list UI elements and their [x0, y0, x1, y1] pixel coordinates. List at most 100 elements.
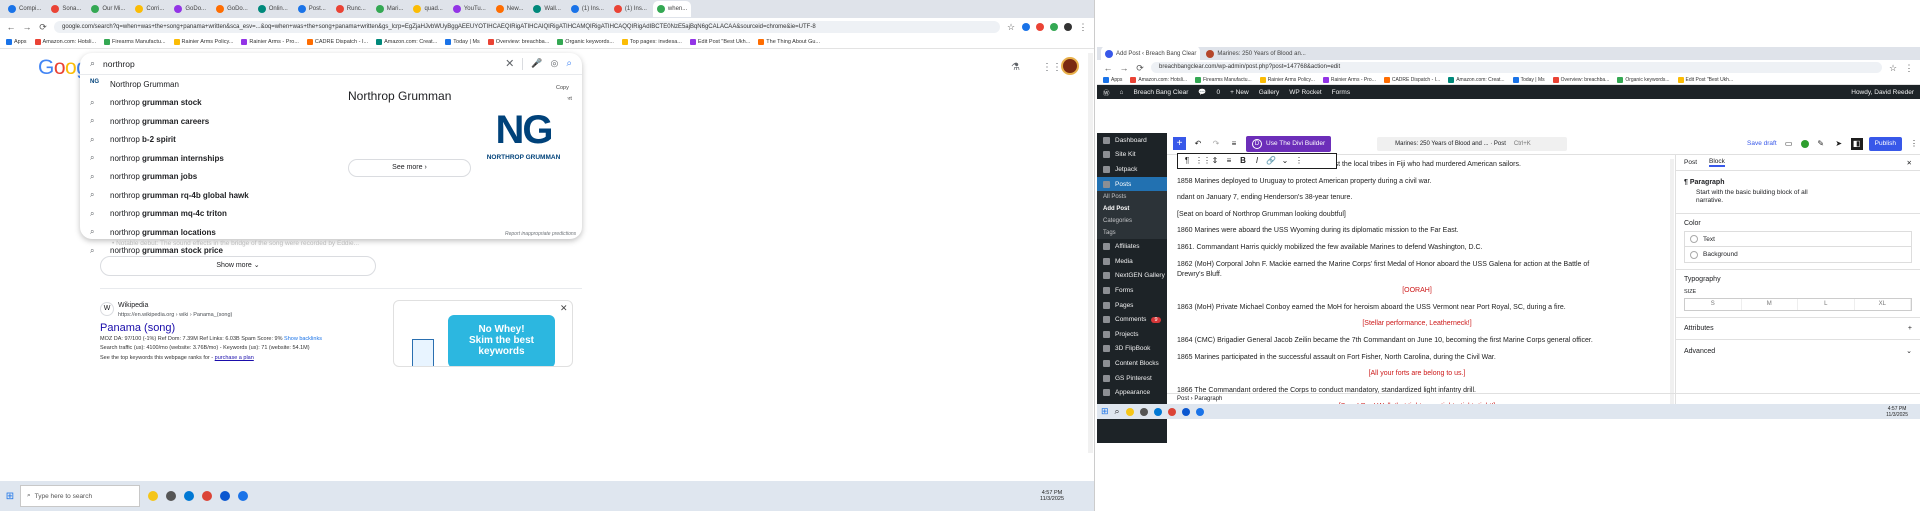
breadcrumb-paragraph[interactable]: Paragraph: [1194, 396, 1222, 402]
taskbar-search[interactable]: ⌕ Type here to search: [20, 485, 140, 507]
bookmark-item[interactable]: Rainier Arms - Pro...: [241, 39, 299, 45]
bookmark-item[interactable]: Organic keywords...: [557, 39, 614, 45]
sidebar-item[interactable]: NextGEN Gallery: [1097, 269, 1167, 284]
options-icon[interactable]: ⋮: [1908, 138, 1920, 150]
redo-icon[interactable]: ↷: [1210, 138, 1222, 150]
explorer-icon[interactable]: [148, 491, 158, 501]
font-size-option[interactable]: XL: [1855, 299, 1911, 310]
bookmark-item[interactable]: The Thing About Gu...: [758, 39, 820, 45]
browser-tab[interactable]: (1) Ins...: [567, 1, 608, 17]
show-backlinks-link[interactable]: Show backlinks: [284, 336, 322, 342]
extension-icon[interactable]: [1022, 23, 1030, 31]
browser-tab[interactable]: New...: [492, 1, 528, 17]
bookmark-item[interactable]: Edit Post "Best Ukh...: [689, 39, 750, 45]
taskbar-clock[interactable]: 4:57 PM 11/3/2025: [1886, 406, 1908, 418]
edge-icon[interactable]: [184, 491, 194, 501]
content-paragraph[interactable]: 1861. Commandant Harris quickly mobilize…: [1177, 243, 1657, 252]
sidebar-item[interactable]: Appearance: [1097, 385, 1167, 400]
chrome-icon[interactable]: [1167, 407, 1176, 416]
sidebar-subitem[interactable]: Tags: [1097, 227, 1167, 240]
link-icon[interactable]: 🔗: [1265, 155, 1277, 167]
font-size-option[interactable]: L: [1798, 299, 1855, 310]
publish-button[interactable]: Publish: [1868, 136, 1902, 151]
content-paragraph[interactable]: 1858 Marines deployed to Uruguay to prot…: [1177, 177, 1657, 186]
search-icon[interactable]: ⌕: [1115, 406, 1120, 417]
sidebar-item[interactable]: Media: [1097, 254, 1167, 269]
menu-icon[interactable]: ⋮: [1904, 63, 1914, 73]
bookmark-item[interactable]: Amazon.com: Creat...: [1448, 76, 1505, 83]
account-avatar[interactable]: [1061, 57, 1079, 75]
suggestion-item[interactable]: ⌕ northrop grumman internships: [80, 149, 335, 168]
search-submit-icon[interactable]: ⌕: [566, 58, 572, 69]
forward-icon[interactable]: →: [1119, 63, 1129, 73]
settings-icon[interactable]: [166, 491, 176, 501]
block-inserter-button[interactable]: +: [1173, 137, 1186, 150]
font-size-option[interactable]: M: [1742, 299, 1798, 310]
undo-icon[interactable]: ↶: [1192, 138, 1204, 150]
star-icon[interactable]: ☆: [1006, 22, 1016, 32]
search-input[interactable]: northrop: [103, 59, 497, 69]
scrollbar[interactable]: [1088, 53, 1093, 453]
bookmark-item[interactable]: Amazon.com: Hotsli...: [1130, 76, 1187, 83]
browser-tab[interactable]: Sona...: [47, 1, 85, 17]
edge-icon[interactable]: [1153, 407, 1162, 416]
browser-tab[interactable]: Our Mi...: [87, 1, 129, 17]
browser-tab[interactable]: Wall...: [529, 1, 564, 17]
suggestion-item[interactable]: ⌕ northrop grumman stock: [80, 94, 335, 113]
close-icon[interactable]: ✕: [560, 303, 568, 314]
content-paragraph[interactable]: 1860 Marines were aboard the USS Wyoming…: [1177, 226, 1657, 235]
suggestion-item[interactable]: ⌕ northrop grumman careers: [80, 112, 335, 131]
content-paragraph[interactable]: 1862 (MoH) Corporal John F. Mackie earne…: [1177, 260, 1657, 269]
tab-post[interactable]: Post: [1684, 159, 1697, 166]
browser-tab[interactable]: YouTu...: [449, 1, 490, 17]
suggestion-item[interactable]: ⌕ northrop grumman locations: [80, 223, 335, 242]
bookmark-item[interactable]: Firearms Manufactu...: [1195, 76, 1252, 83]
browser-tab[interactable]: Compi...: [4, 1, 45, 17]
reload-icon[interactable]: ⟳: [38, 22, 48, 32]
text-color-control[interactable]: Text: [1685, 232, 1911, 247]
sidebar-item[interactable]: Posts: [1097, 176, 1167, 192]
editor-scrollbar[interactable]: [1670, 159, 1674, 419]
bookmark-item[interactable]: Apps: [1103, 76, 1122, 83]
bookmark-item[interactable]: Top pages: invdesa...: [621, 39, 682, 45]
browser-tab[interactable]: quad...: [409, 1, 446, 17]
suggestion-item[interactable]: ⌕ northrop grumman jobs: [80, 168, 335, 187]
taskbar-clock[interactable]: 4:57 PM 11/3/2025: [1040, 490, 1064, 502]
browser-tab[interactable]: when...: [652, 1, 692, 17]
apps-grid-icon[interactable]: ⋮⋮: [1042, 62, 1062, 73]
bookmark-item[interactable]: Rainier Arms - Pro...: [1322, 76, 1376, 83]
content-paragraph[interactable]: Drewry's Bluff.: [1177, 270, 1657, 279]
bookmark-item[interactable]: CADRE Dispatch - I...: [306, 39, 368, 45]
browser-tab[interactable]: Runc...: [332, 1, 370, 17]
voice-search-icon[interactable]: 🎤: [531, 58, 542, 69]
paragraph-icon[interactable]: ¶: [1181, 155, 1193, 167]
admin-howdy[interactable]: Howdy, David Reeder: [1851, 89, 1914, 96]
sidebar-item[interactable]: Site Kit: [1097, 148, 1167, 163]
bookmark-item[interactable]: Amazon.com: Creat...: [376, 39, 437, 45]
browser-tab[interactable]: Post...: [294, 1, 330, 17]
sidebar-item[interactable]: Pages: [1097, 298, 1167, 313]
browser-tab[interactable]: Add Post ‹ Breach Bang Clear: [1101, 47, 1201, 62]
left-address-bar[interactable]: google.com/search?q=when+was+the+song+pa…: [54, 21, 1000, 33]
browser-tab[interactable]: Marines: 250 Years of Blood an...: [1202, 47, 1309, 62]
sidebar-item[interactable]: Projects: [1097, 327, 1167, 342]
background-color-control[interactable]: Background: [1685, 247, 1911, 262]
bookmark-item[interactable]: Apps: [6, 39, 27, 45]
send-icon[interactable]: ➤: [1833, 138, 1845, 150]
sidebar-item[interactable]: Forms: [1097, 283, 1167, 298]
block-options-icon[interactable]: ⋮: [1293, 155, 1305, 167]
content-paragraph[interactable]: [Seat on board of Northrop Grumman looki…: [1177, 210, 1657, 219]
move-icon[interactable]: ⇕: [1209, 155, 1221, 167]
admin-forms-menu[interactable]: Forms: [1332, 89, 1350, 96]
report-predictions-link[interactable]: Report inappropriate predictions: [505, 231, 576, 237]
bookmark-item[interactable]: Rainier Arms Policy...: [173, 39, 233, 45]
right-address-bar[interactable]: breachbangclear.com/wp-admin/post.php?po…: [1151, 62, 1882, 73]
browser-tab[interactable]: Corri...: [131, 1, 168, 17]
back-icon[interactable]: ←: [1103, 63, 1113, 73]
bookmark-item[interactable]: Amazon.com: Hotsli...: [34, 39, 96, 45]
menu-icon[interactable]: ⋮: [1078, 22, 1088, 32]
document-title-bar[interactable]: Marines: 250 Years of Blood and ... · Po…: [1377, 136, 1568, 151]
sidebar-item[interactable]: 3D FlipBook: [1097, 342, 1167, 357]
profile-avatar[interactable]: [1064, 23, 1072, 31]
northrop-logo[interactable]: NG NORTHROP GRUMMAN: [479, 92, 568, 179]
